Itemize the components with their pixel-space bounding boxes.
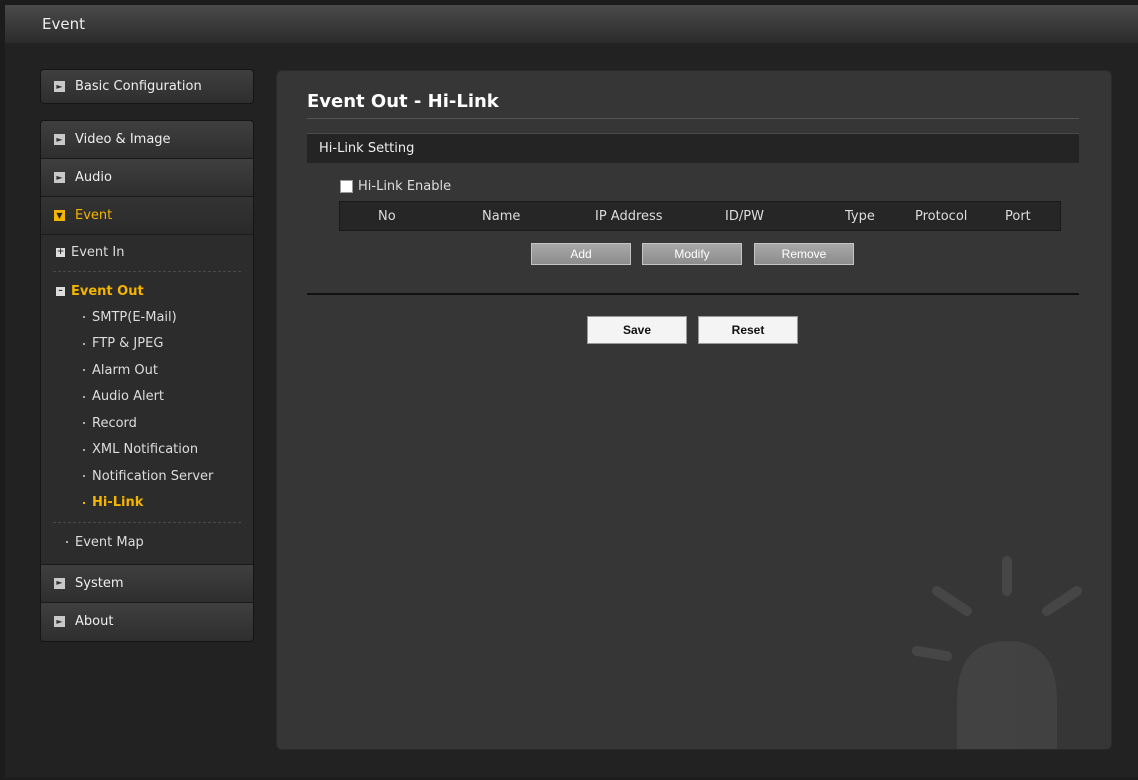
- sidebar-item-label: Event: [75, 208, 113, 223]
- bullet-icon: [66, 541, 68, 544]
- column-header-name: Name: [482, 209, 521, 224]
- sidebar-item-label: Alarm Out: [92, 362, 158, 378]
- sidebar-item-label: Audio: [75, 170, 112, 185]
- hi-link-enable[interactable]: Hi-Link Enable: [340, 179, 451, 194]
- siren-watermark-icon: [912, 556, 1082, 749]
- sidebar-item-label: SMTP(E-Mail): [92, 309, 177, 325]
- chevron-down-icon: ▼: [54, 210, 65, 221]
- page-title: Event Out - Hi-Link: [307, 91, 499, 112]
- reset-button[interactable]: Reset: [698, 316, 798, 344]
- save-button[interactable]: Save: [587, 316, 687, 344]
- chevron-right-icon: ►: [54, 616, 65, 627]
- collapse-icon: –: [56, 286, 65, 296]
- column-header-no: No: [378, 209, 396, 224]
- sidebar-item-smtp[interactable]: SMTP(E-Mail): [41, 304, 253, 331]
- bullet-icon: [83, 316, 85, 319]
- divider: [307, 118, 1079, 119]
- sidebar-item-event[interactable]: ▼ Event: [41, 197, 253, 235]
- chevron-right-icon: ►: [54, 81, 65, 92]
- sidebar-item-label: Video & Image: [75, 132, 171, 147]
- sidebar-item-audio[interactable]: ► Audio: [41, 159, 253, 197]
- chevron-right-icon: ►: [54, 134, 65, 145]
- bullet-icon: [83, 448, 85, 451]
- event-submenu: + Event In – Event Out SMTP(E-Mail) FTP …: [41, 235, 253, 565]
- column-header-ip-address: IP Address: [595, 209, 663, 224]
- modify-button[interactable]: Modify: [642, 243, 742, 265]
- sidebar-item-label: Hi-Link: [92, 495, 144, 511]
- bullet-icon: [83, 395, 85, 398]
- divider: [53, 271, 241, 272]
- chevron-right-icon: ►: [54, 172, 65, 183]
- expand-icon: +: [56, 246, 65, 257]
- add-button[interactable]: Add: [531, 243, 631, 265]
- sidebar-item-event-out[interactable]: – Event Out: [41, 278, 253, 304]
- sidebar-item-event-map[interactable]: Event Map: [41, 529, 253, 556]
- sidebar-item-audio-alert[interactable]: Audio Alert: [41, 384, 253, 411]
- hi-link-table-header: No Name IP Address ID/PW Type Protocol P…: [339, 201, 1061, 231]
- sidebar-item-label: Basic Configuration: [75, 79, 202, 94]
- column-header-protocol: Protocol: [915, 209, 968, 224]
- column-header-port: Port: [1005, 209, 1031, 224]
- sidebar-item-label: FTP & JPEG: [92, 336, 164, 352]
- sidebar-menu-group: ► Video & Image ► Audio ▼ Event + Event …: [40, 120, 254, 642]
- sidebar-item-label: Audio Alert: [92, 389, 165, 405]
- remove-button[interactable]: Remove: [754, 243, 854, 265]
- sidebar-item-event-in[interactable]: + Event In: [41, 239, 253, 265]
- bullet-icon: [83, 422, 85, 425]
- divider: [307, 293, 1079, 295]
- sidebar-item-label: System: [75, 575, 124, 591]
- sidebar-item-label: XML Notification: [92, 442, 199, 458]
- title-bar: Event: [5, 5, 1138, 44]
- divider: [53, 522, 241, 523]
- window-title: Event: [42, 15, 85, 33]
- bullet-icon: [83, 342, 85, 345]
- sidebar-item-about[interactable]: ► About: [41, 602, 253, 641]
- column-header-type: Type: [845, 209, 875, 224]
- sidebar-item-record[interactable]: Record: [41, 410, 253, 437]
- hi-link-enable-checkbox[interactable]: [340, 180, 353, 193]
- bullet-icon: [83, 475, 85, 478]
- sidebar-item-label: Event In: [71, 244, 125, 260]
- main-panel: Event Out - Hi-Link Hi-Link Setting Hi-L…: [276, 70, 1112, 750]
- sidebar-nav: ► Basic Configuration ► Video & Image ► …: [40, 69, 254, 642]
- sidebar-item-hi-link[interactable]: Hi-Link: [41, 490, 253, 517]
- sidebar-item-label: About: [75, 614, 114, 629]
- sidebar-item-label: Record: [92, 415, 137, 431]
- sidebar-item-basic-configuration[interactable]: ► Basic Configuration: [40, 69, 254, 104]
- bullet-icon: [83, 501, 85, 504]
- column-header-id-pw: ID/PW: [725, 209, 764, 224]
- sidebar-item-xml-notification[interactable]: XML Notification: [41, 437, 253, 464]
- sidebar-item-label: Event Map: [75, 534, 144, 550]
- sidebar-item-system[interactable]: ► System: [41, 564, 253, 603]
- sidebar-item-video-image[interactable]: ► Video & Image: [41, 121, 253, 159]
- sidebar-item-notification-server[interactable]: Notification Server: [41, 463, 253, 490]
- sidebar-item-ftp-jpeg[interactable]: FTP & JPEG: [41, 331, 253, 358]
- sidebar-item-label: Notification Server: [92, 468, 214, 484]
- chevron-right-icon: ►: [54, 577, 65, 589]
- bullet-icon: [83, 369, 85, 372]
- sidebar-item-label: Event Out: [71, 283, 144, 299]
- sidebar-item-alarm-out[interactable]: Alarm Out: [41, 357, 253, 384]
- hi-link-enable-label: Hi-Link Enable: [358, 179, 452, 194]
- section-header: Hi-Link Setting: [307, 133, 1079, 163]
